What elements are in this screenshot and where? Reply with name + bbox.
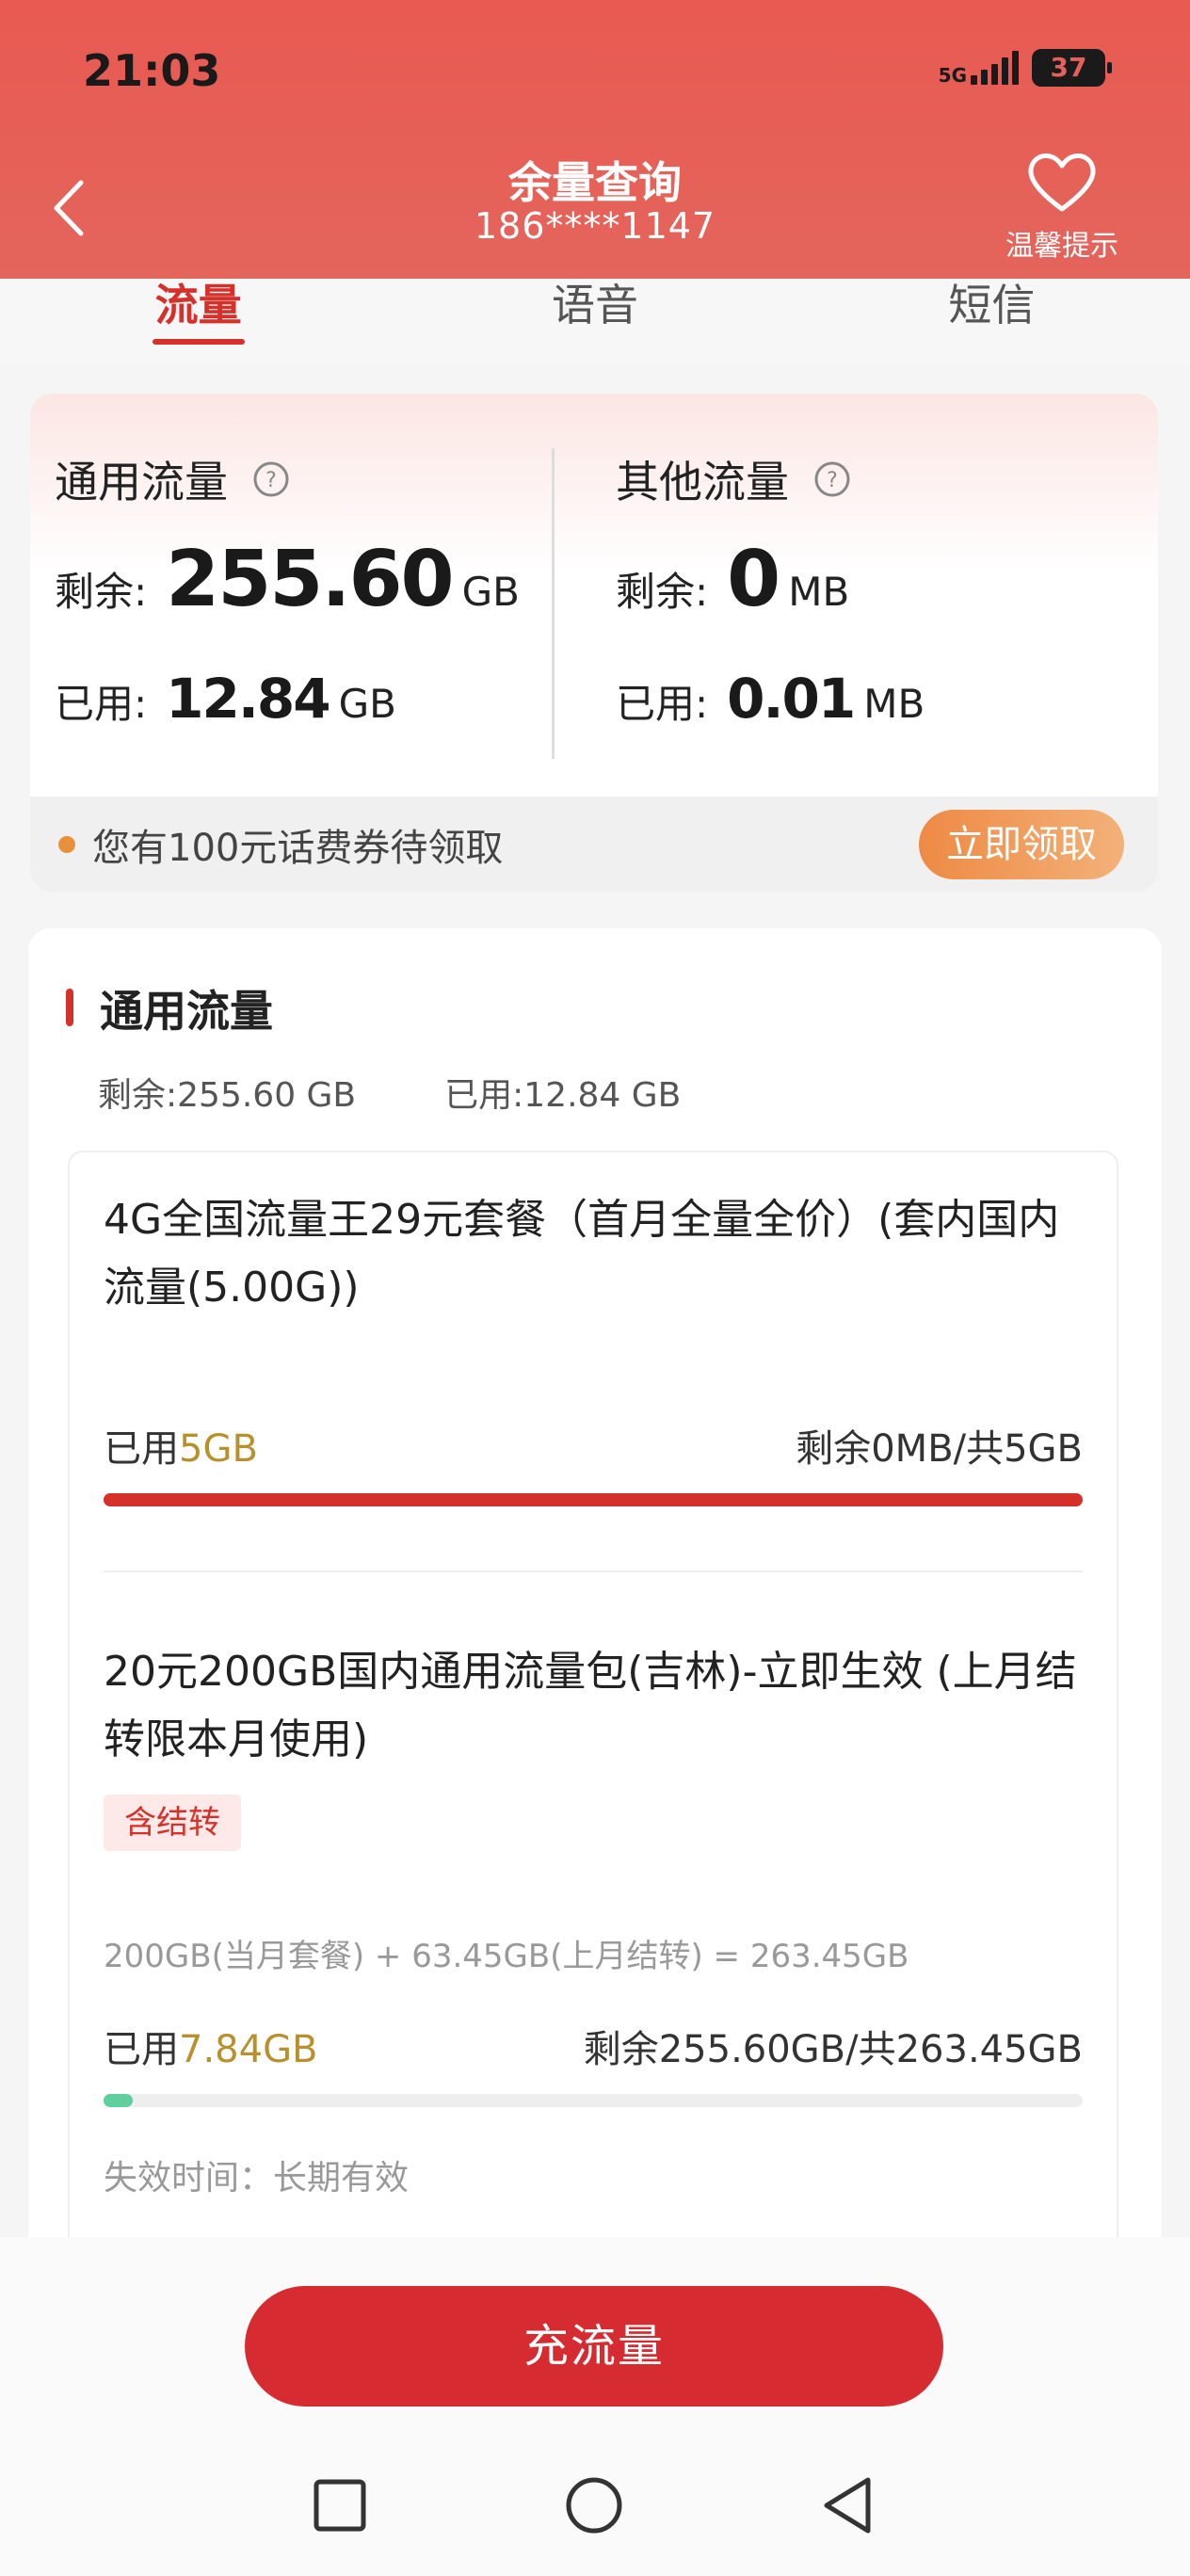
tab-data[interactable]: 流量 [0,279,396,363]
network-type: 5G [938,64,967,87]
remain-label: 剩余: [616,569,709,615]
remaining-total: 剩余0MB/共5GB [796,1427,1083,1471]
svg-text:?: ? [265,469,277,492]
usage-progress-bar [104,2094,1083,2107]
help-icon[interactable]: ? [813,460,851,498]
divider [552,448,555,759]
other-data-summary: 其他流量 ? 剩余: 0 MB 已用: 0.01 MB [616,394,1143,780]
used-label: 已用 [104,2028,179,2071]
general-remain-value: 255.60 [166,535,454,624]
used-value: 7.84GB [179,2028,318,2071]
package-list: 4G全国流量王29元套餐（首月全量全价）(套内国内流量(5.00G)) 已用5G… [68,1151,1118,2280]
summary-card: 通用流量 ? 剩余: 255.60 GB 已用: 12.84 GB 其他流量 ? [30,394,1158,893]
remaining-total: 剩余255.60GB/共263.45GB [583,2028,1083,2071]
header: 21:03 5G 37 余量查询 186****1147 温馨提示 [0,0,1190,279]
detail-used: 已用:12.84 GB [444,1076,682,1115]
used-label: 已用: [55,681,148,727]
back-icon[interactable] [815,2472,881,2538]
usage-progress-fill [104,1493,1083,1506]
section-title: 通用流量 [100,986,273,1037]
recharge-data-button[interactable]: 充流量 [245,2286,943,2407]
used-value: 5GB [179,1427,258,1471]
data-detail-card: 通用流量 剩余:255.60 GB 已用:12.84 GB 4G全国流量王29元… [28,928,1162,2280]
divider [104,1570,1083,1572]
usage-progress-bar [104,1493,1083,1506]
system-navbar [0,2472,1190,2576]
coupon-text: 您有100元话费券待领取 [92,827,504,870]
signal-icon [971,51,1019,85]
used-label: 已用: [616,681,709,727]
battery-icon: 37 [1032,49,1112,87]
remain-label: 剩余: [55,569,148,615]
coupon-banner: 您有100元话费券待领取 立即领取 [30,797,1158,893]
dot-icon [58,836,75,853]
tips-label: 温馨提示 [1005,230,1118,263]
used-label: 已用 [104,1427,179,1471]
home-icon[interactable] [561,2472,627,2538]
package-usage-row: 已用5GB 剩余0MB/共5GB [104,1418,1083,1473]
other-used-value: 0.01 [727,667,856,731]
other-data-title: 其他流量 [616,457,789,507]
section-marker [66,989,73,1026]
expire-time: 失效时间：长期有效 [104,2159,410,2198]
status-icons: 5G 37 [938,49,1112,87]
detail-remain: 剩余:255.60 GB [98,1076,357,1115]
recent-apps-icon[interactable] [307,2472,373,2538]
general-used-unit: GB [338,681,396,727]
claim-button[interactable]: 立即领取 [919,810,1124,879]
carryover-badge: 含结转 [104,1795,241,1851]
other-remain-unit: MB [788,569,850,615]
general-remain-unit: GB [461,569,520,615]
package-name: 20元200GB国内通用流量包(吉林)-立即生效 (上月结转限本月使用) [104,1648,1077,1763]
general-used-value: 12.84 [166,667,330,731]
tab-bar: 流量 语音 短信 [0,279,1190,363]
svg-text:?: ? [827,469,838,492]
other-used-unit: MB [863,681,925,727]
package-name: 4G全国流量王29元套餐（首月全量全价）(套内国内流量(5.00G)) [104,1196,1060,1312]
other-remain-value: 0 [727,535,780,624]
tips-button[interactable]: 温馨提示 [996,149,1128,264]
battery-level: 37 [1050,52,1087,83]
status-time: 21:03 [83,45,221,96]
general-data-title: 通用流量 [55,457,228,507]
bottom-bar: 充流量 [0,2237,1190,2576]
help-icon[interactable]: ? [252,460,290,498]
heart-icon [1028,153,1096,212]
package-formula: 200GB(当月套餐) + 63.45GB(上月结转) = 263.45GB [104,1938,909,1975]
package-usage-row: 已用7.84GB 剩余255.60GB/共263.45GB [104,2019,1083,2073]
tab-sms[interactable]: 短信 [794,279,1190,363]
general-data-summary: 通用流量 ? 剩余: 255.60 GB 已用: 12.84 GB [55,394,582,780]
tab-voice[interactable]: 语音 [396,279,793,363]
usage-progress-fill [104,2094,134,2107]
